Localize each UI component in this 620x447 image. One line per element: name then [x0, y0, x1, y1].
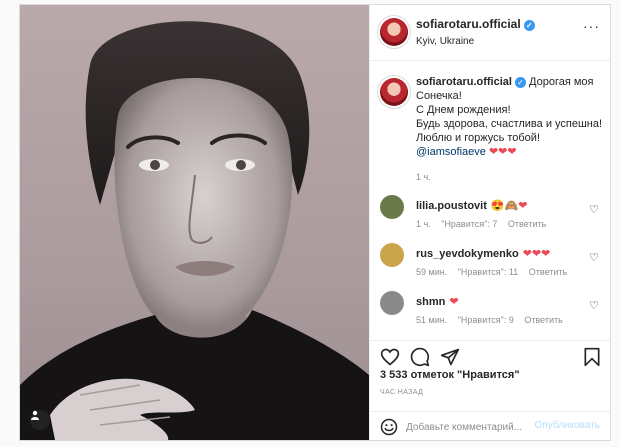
caption-username[interactable]: sofiarotaru.official: [416, 76, 512, 88]
comment-like-heart-icon[interactable]: ♡: [589, 203, 599, 216]
like-heart-icon[interactable]: [380, 347, 400, 367]
tag-user-icon[interactable]: [30, 410, 50, 430]
comment-icon[interactable]: [410, 347, 430, 367]
comment-username[interactable]: rus_yevdokymenko: [416, 248, 519, 260]
comment-item: rus_yevdokymenko ❤❤❤ 59 мин. "Нравится": …: [380, 243, 605, 283]
comment-line: shmn ❤: [416, 295, 459, 308]
comment-line: rus_yevdokymenko ❤❤❤: [416, 247, 550, 260]
caption-line-1: Дорогая моя: [529, 76, 594, 88]
more-options-icon[interactable]: ···: [583, 19, 600, 33]
comment-meta: 51 мин. "Нравится": 9 Ответить: [416, 315, 571, 325]
caption-emoji: ❤❤❤: [488, 146, 517, 158]
comment-line: lilia.poustovit 😍🙈❤: [416, 199, 528, 212]
share-icon[interactable]: [440, 347, 460, 367]
post-actions: 3 533 отметок "Нравится" час назад Опубл…: [370, 340, 610, 440]
comment-like-heart-icon[interactable]: ♡: [589, 251, 599, 264]
verified-badge-icon: ✓: [523, 20, 535, 31]
post-header: sofiarotaru.official ✓ Kyiv, Ukraine ···: [370, 5, 610, 61]
author-username[interactable]: sofiarotaru.official ✓: [416, 17, 535, 31]
comment-like-heart-icon[interactable]: ♡: [589, 299, 599, 312]
comment-text: ❤❤❤: [522, 248, 551, 260]
post-card: sofiarotaru.official ✓ Kyiv, Ukraine ··· …: [19, 4, 611, 441]
caption-text: sofiarotaru.official ✓ Дорогая моя Сонечк…: [416, 75, 606, 159]
comment-likes[interactable]: "Нравится": 7: [441, 219, 497, 229]
verified-badge-icon: ✓: [514, 77, 526, 88]
comment-username[interactable]: shmn: [416, 296, 445, 308]
caption-mention[interactable]: @iamsofiaeve: [416, 146, 486, 158]
comment-reply-button[interactable]: Ответить: [529, 267, 567, 277]
caption-line-3: С Днем рождения!: [416, 104, 511, 116]
commenter-avatar[interactable]: [380, 291, 404, 315]
comment-meta: 1 ч. "Нравится": 7 Ответить: [416, 219, 554, 229]
caption-time[interactable]: 1 ч.: [416, 172, 431, 182]
post-time-ago[interactable]: час назад: [380, 389, 423, 396]
caption-line-5: Люблю и горжусь тобой!: [416, 132, 541, 144]
comment-item: shmn ❤ 51 мин. "Нравится": 9 Ответить ♡: [380, 291, 605, 331]
emoji-icon[interactable]: [380, 418, 398, 436]
comment-likes[interactable]: "Нравится": 9: [458, 315, 514, 325]
comment-reply-button[interactable]: Ответить: [524, 315, 562, 325]
action-buttons-row: [380, 347, 602, 371]
caption-line-4: Будь здорова, счастлива и успешна!: [416, 118, 603, 130]
comment-time[interactable]: 51 мин.: [416, 315, 447, 325]
caption-line-2: Сонечка!: [416, 90, 462, 102]
post-side-panel: sofiarotaru.official ✓ Kyiv, Ukraine ··· …: [369, 5, 610, 440]
author-avatar[interactable]: [380, 18, 408, 46]
comment-username[interactable]: lilia.poustovit: [416, 200, 487, 212]
add-comment-bar: Опубликовать: [370, 411, 610, 440]
author-username-text[interactable]: sofiarotaru.official: [416, 17, 521, 31]
comment-input[interactable]: [406, 419, 536, 435]
save-bookmark-icon[interactable]: [582, 347, 602, 367]
likes-count[interactable]: 3 533 отметок "Нравится": [380, 369, 520, 381]
comment-text: ❤: [449, 296, 459, 308]
comment-item: lilia.poustovit 😍🙈❤ 1 ч. "Нравится": 7 От…: [380, 195, 605, 235]
comment-time[interactable]: 59 мин.: [416, 267, 447, 277]
post-photo[interactable]: [20, 5, 369, 440]
publish-comment-button[interactable]: Опубликовать: [535, 420, 600, 431]
post-location[interactable]: Kyiv, Ukraine: [416, 36, 474, 47]
comment-reply-button[interactable]: Ответить: [508, 219, 546, 229]
commenter-avatar[interactable]: [380, 243, 404, 267]
portrait-illustration: [20, 21, 369, 440]
comment-text: 😍🙈❤: [490, 200, 528, 212]
caption-avatar[interactable]: [380, 78, 408, 106]
comment-meta: 59 мин. "Нравится": 11 Ответить: [416, 267, 575, 277]
commenter-avatar[interactable]: [380, 195, 404, 219]
comment-likes[interactable]: "Нравится": 11: [458, 267, 518, 277]
comment-time[interactable]: 1 ч.: [416, 219, 431, 229]
